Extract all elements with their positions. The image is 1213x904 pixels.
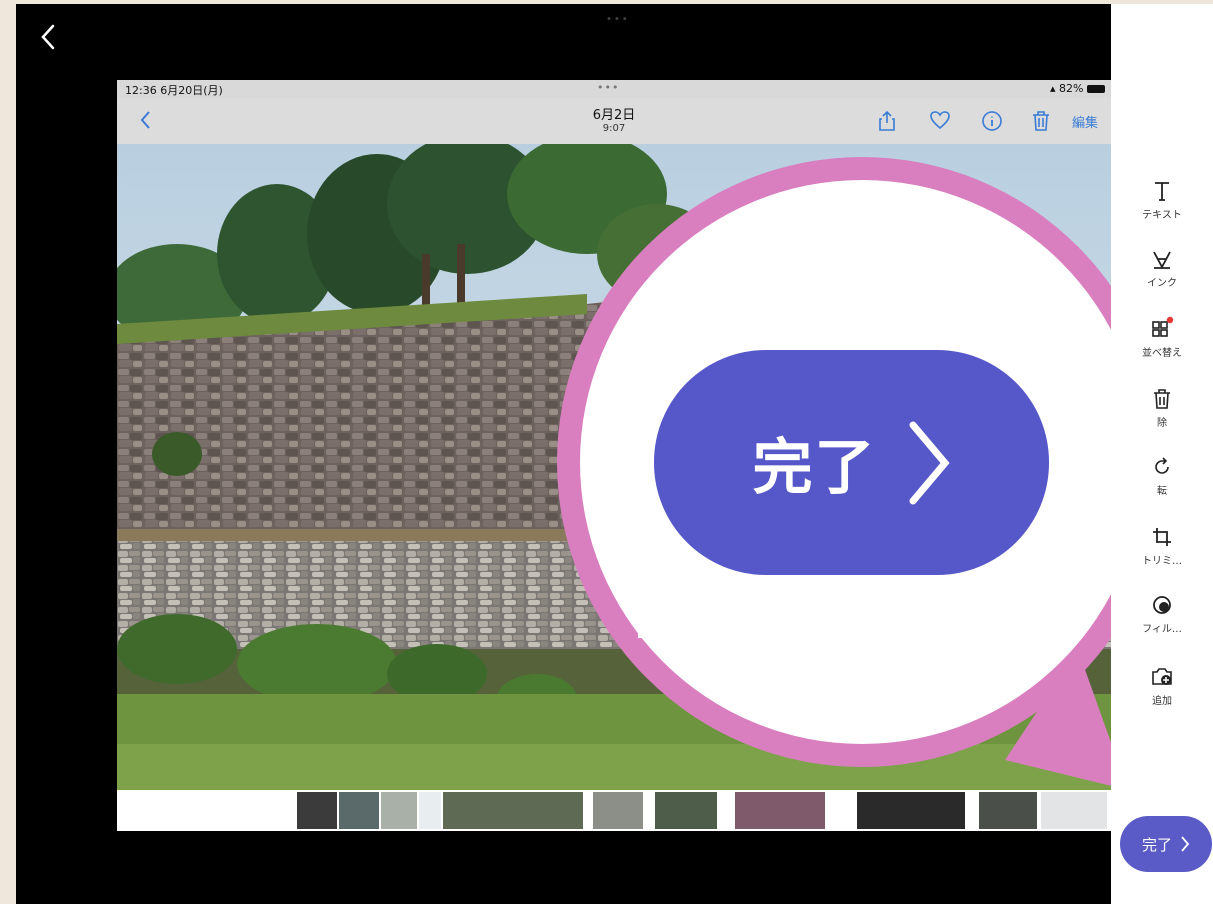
edit-tools-panel: テキスト インク 並べ替え 除 転 トリミ… フィル… 追加 (1111, 4, 1213, 904)
tool-label: インク (1147, 278, 1177, 289)
zoomed-done-button: 完了 (654, 350, 1049, 575)
filmstrip-thumbnail[interactable] (381, 792, 417, 829)
photos-nav-bar: 6月2日 9:07 編集 (117, 98, 1111, 144)
filmstrip-thumbnail[interactable] (857, 792, 965, 829)
wifi-icon: ▴ (1050, 82, 1056, 95)
tool-crop[interactable]: トリミ… (1111, 526, 1213, 567)
tool-label: テキスト (1142, 210, 1182, 221)
chevron-right-icon (1181, 836, 1190, 852)
info-icon[interactable] (981, 110, 1003, 132)
tool-text[interactable]: テキスト (1111, 180, 1213, 221)
status-bar: 12:36 6月20日(月) ••• ▴ 82% (117, 80, 1111, 98)
status-dots: ••• (597, 81, 620, 94)
tool-label: 並べ替え (1142, 348, 1182, 359)
battery-icon (1087, 85, 1105, 93)
filter-icon (1153, 596, 1171, 614)
multitask-dots[interactable]: ••• (606, 14, 630, 25)
battery-percent: 82% (1059, 82, 1084, 95)
delete-icon (1154, 389, 1170, 409)
status-time: 12:36 6月20日(月) (125, 84, 223, 97)
tool-ink[interactable]: インク (1111, 248, 1213, 289)
tool-filter[interactable]: フィル… (1111, 594, 1213, 635)
filmstrip-thumbnail[interactable] (297, 792, 337, 829)
filmstrip-thumbnail[interactable] (443, 792, 583, 829)
filmstrip-thumbnail[interactable] (1041, 792, 1107, 829)
add-photo-icon (1152, 668, 1172, 685)
edit-button[interactable]: 編集 (1072, 112, 1098, 131)
done-button[interactable]: 完了 (1120, 816, 1212, 872)
share-icon[interactable] (877, 110, 897, 132)
filmstrip-thumbnail[interactable] (655, 792, 717, 829)
tool-label: 除 (1157, 418, 1167, 429)
tool-delete[interactable]: 除 (1111, 388, 1213, 429)
tool-reorder[interactable]: 並べ替え (1111, 316, 1213, 359)
filmstrip-thumbnail[interactable] (339, 792, 379, 829)
filmstrip-thumbnail[interactable] (419, 792, 441, 829)
tool-rotate[interactable]: 転 (1111, 456, 1213, 497)
tool-label: 転 (1157, 486, 1167, 497)
tool-label: フィル… (1142, 624, 1182, 635)
zoomed-done-label: 完了 (752, 433, 877, 503)
trash-icon[interactable] (1031, 110, 1051, 132)
zoomed-chevron-icon (909, 421, 950, 504)
text-icon (1155, 182, 1169, 201)
battery-indicator: ▴ 82% (1050, 82, 1105, 95)
back-chevron-icon[interactable] (38, 22, 58, 52)
done-button-label: 完了 (1141, 835, 1172, 854)
tool-label: 追加 (1152, 696, 1172, 707)
photo-date: 6月2日 (592, 108, 636, 123)
tool-add[interactable]: 追加 (1111, 666, 1213, 707)
photos-back-icon[interactable] (139, 110, 153, 130)
filmstrip-thumbnail[interactable] (979, 792, 1037, 829)
filmstrip-thumbnail[interactable] (593, 792, 643, 829)
filmstrip-thumbnail[interactable] (735, 792, 825, 829)
favorite-heart-icon[interactable] (929, 110, 951, 130)
reorder-icon (1152, 316, 1174, 337)
ink-pen-icon (1153, 251, 1171, 269)
crop-icon (1153, 528, 1171, 546)
rotate-icon (1155, 457, 1169, 474)
tool-label: トリミ… (1142, 556, 1182, 567)
photo-time: 9:07 (602, 123, 626, 134)
photo-filmstrip[interactable] (117, 790, 1111, 831)
